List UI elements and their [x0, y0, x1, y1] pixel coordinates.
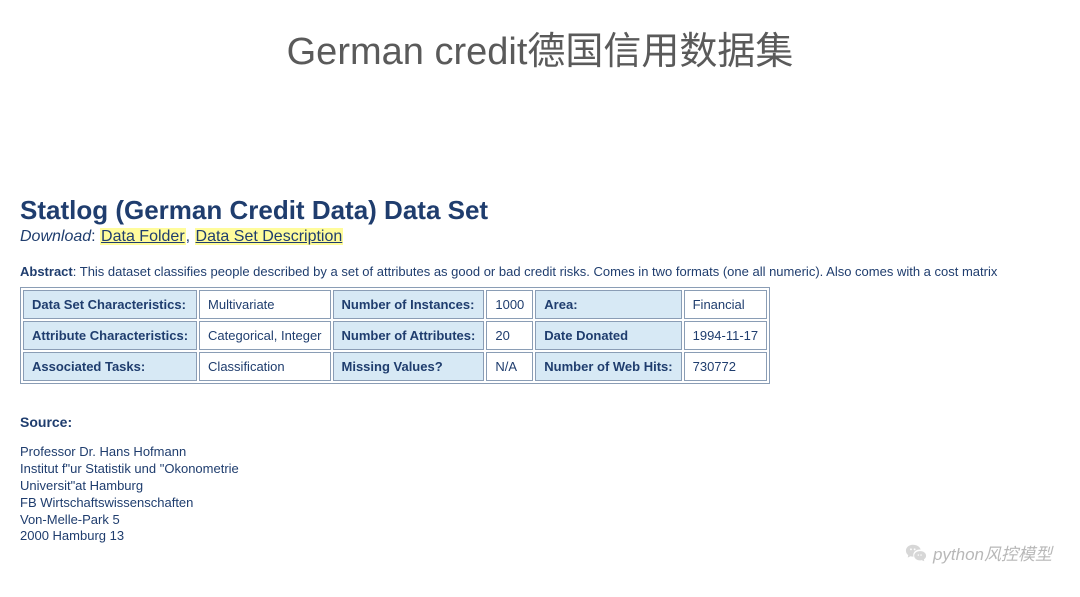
- source-line: Universit"at Hamburg: [20, 478, 1060, 495]
- data-set-description-link[interactable]: Data Set Description: [195, 228, 344, 245]
- content-area: Statlog (German Credit Data) Data Set Do…: [0, 195, 1080, 545]
- label-attribute-characteristics: Attribute Characteristics:: [23, 321, 197, 350]
- abstract-text: This dataset classifies people described…: [80, 264, 998, 279]
- table-row: Data Set Characteristics: Multivariate N…: [23, 290, 767, 319]
- source-text: Professor Dr. Hans Hofmann Institut f"ur…: [20, 444, 1060, 545]
- data-folder-link[interactable]: Data Folder: [100, 228, 186, 245]
- watermark-text: python风控模型: [933, 540, 1052, 565]
- download-line: Download: Data Folder, Data Set Descript…: [20, 228, 1060, 246]
- download-label: Download: [20, 228, 91, 245]
- value-number-attributes: 20: [486, 321, 533, 350]
- source-line: Von-Melle-Park 5: [20, 512, 1060, 529]
- abstract-line: Abstract: This dataset classifies people…: [20, 264, 1060, 279]
- wechat-icon: [905, 542, 927, 564]
- colon: :: [91, 228, 100, 245]
- value-attribute-characteristics: Categorical, Integer: [199, 321, 330, 350]
- watermark: python风控模型: [905, 540, 1052, 565]
- label-missing-values: Missing Values?: [333, 352, 485, 381]
- source-line: Professor Dr. Hans Hofmann: [20, 444, 1060, 461]
- source-line: Institut f"ur Statistik und "Okonometrie: [20, 461, 1060, 478]
- table-row: Attribute Characteristics: Categorical, …: [23, 321, 767, 350]
- dataset-info-table: Data Set Characteristics: Multivariate N…: [20, 287, 770, 384]
- slide-title: German credit德国信用数据集: [0, 0, 1080, 85]
- label-number-attributes: Number of Attributes:: [333, 321, 485, 350]
- value-missing-values: N/A: [486, 352, 533, 381]
- dataset-heading: Statlog (German Credit Data) Data Set: [20, 195, 1060, 226]
- label-area: Area:: [535, 290, 681, 319]
- colon: :: [73, 264, 80, 279]
- label-associated-tasks: Associated Tasks:: [23, 352, 197, 381]
- value-area: Financial: [684, 290, 768, 319]
- label-web-hits: Number of Web Hits:: [535, 352, 681, 381]
- abstract-label: Abstract: [20, 264, 73, 279]
- label-dataset-characteristics: Data Set Characteristics:: [23, 290, 197, 319]
- value-web-hits: 730772: [684, 352, 768, 381]
- table-row: Associated Tasks: Classification Missing…: [23, 352, 767, 381]
- source-line: FB Wirtschaftswissenschaften: [20, 495, 1060, 512]
- label-date-donated: Date Donated: [535, 321, 681, 350]
- value-associated-tasks: Classification: [199, 352, 330, 381]
- value-date-donated: 1994-11-17: [684, 321, 768, 350]
- value-dataset-characteristics: Multivariate: [199, 290, 330, 319]
- label-number-instances: Number of Instances:: [333, 290, 485, 319]
- value-number-instances: 1000: [486, 290, 533, 319]
- separator: ,: [186, 228, 195, 245]
- source-heading: Source:: [20, 414, 1060, 430]
